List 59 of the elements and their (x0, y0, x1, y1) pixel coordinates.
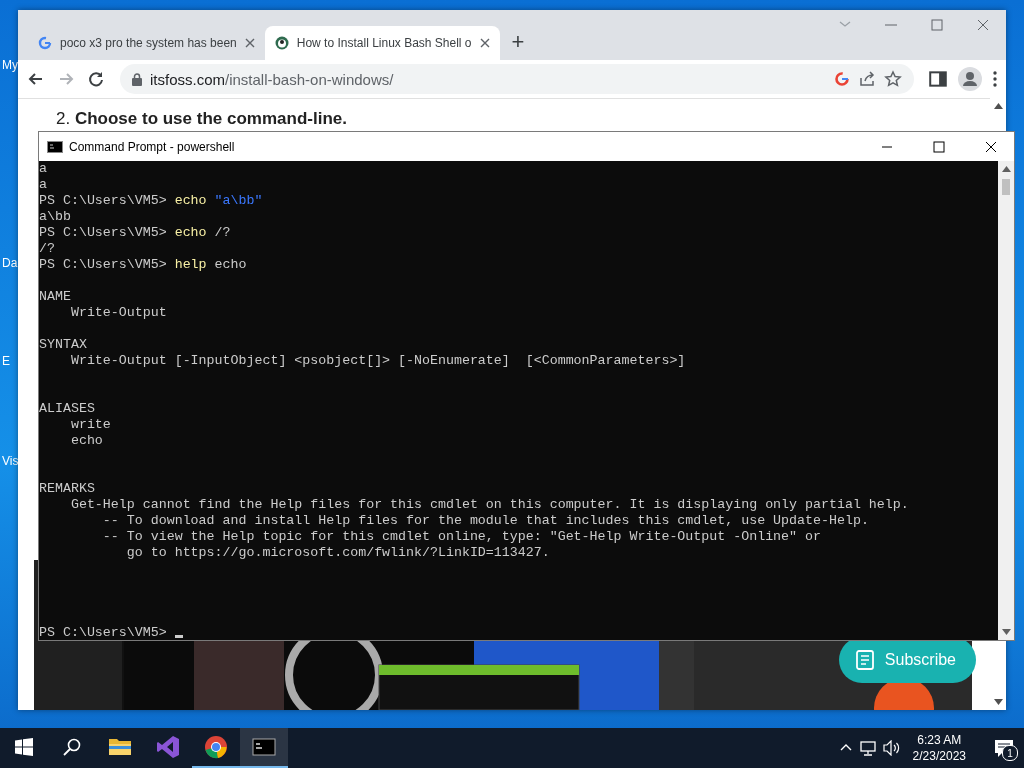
scroll-down-icon[interactable] (1001, 629, 1011, 635)
windows-start-icon[interactable] (15, 738, 33, 756)
desktop-icon-label[interactable]: Da (2, 256, 18, 270)
google-icon (38, 36, 52, 50)
volume-icon[interactable] (882, 740, 901, 756)
terminal-line: a\bb (39, 209, 72, 225)
terminal-line: a (39, 161, 48, 177)
terminal-line: go to https://go.microsoft.com/fwlink/?LinkID=113427. (125, 545, 551, 561)
terminal-line: PS C:\Users\VM5> echo "a\bb" (39, 193, 264, 209)
terminal-line: echo (69, 433, 104, 449)
terminal-line: ALIASES (39, 401, 96, 417)
terminal-line: SYNTAX (39, 337, 88, 353)
clock-time[interactable]: 6:23 AM (917, 732, 962, 748)
terminal-line: Get-Help cannot find the Help files for this cmdlet on this computer. It is displaying only partial help. (69, 497, 910, 513)
notification-count: 1 (1002, 745, 1018, 761)
terminal-line: Write-Output (69, 305, 168, 321)
address-bar[interactable]: itsfoss.com/install-bash-on-windows/ (120, 64, 914, 94)
studio-icon (156, 735, 180, 759)
newspaper-icon (854, 649, 877, 671)
taskbar-button[interactable] (240, 728, 288, 768)
terminal-line: -- To view the Help topic for this cmdlet online, type: "Get-Help Write-Output -Online" or (101, 529, 822, 545)
browser-tab[interactable]: poco x3 pro the system has been (28, 26, 265, 60)
terminal-line: PS C:\Users\VM5> echo /? (39, 225, 232, 241)
maximize-icon[interactable] (933, 140, 945, 153)
window-title: Command Prompt - powershell (69, 139, 236, 154)
desktop-icon-label[interactable]: My (2, 58, 18, 72)
terminal-line: PS C:\Users\VM5> help echo (39, 257, 248, 273)
terminal-line: write (69, 417, 112, 433)
scroll-up-icon[interactable] (1001, 166, 1011, 172)
terminal-line: /? (39, 241, 56, 257)
share-icon[interactable] (858, 70, 876, 88)
close-icon[interactable] (479, 38, 490, 48)
terminal-line: NAME (39, 289, 72, 305)
terminal-line: REMARKS (39, 481, 96, 497)
terminal-icon (47, 140, 63, 153)
desktop-icon-label[interactable]: E (2, 354, 10, 368)
scrollbar[interactable] (998, 161, 1014, 640)
google-icon[interactable] (834, 71, 850, 87)
chrome-icon (204, 735, 228, 759)
terminal-line: Write-Output [-InputObject] <psobject[]> [-NoEnumerate] [<CommonParameters>] (69, 353, 687, 369)
close-icon[interactable] (985, 140, 997, 153)
search-icon[interactable] (63, 738, 81, 756)
network-icon[interactable] (858, 740, 877, 756)
terminal-line: -- To download and install Help files for the module that includes this cmdlet, use Update-Help. (101, 513, 870, 529)
new-tab-button[interactable]: + (507, 29, 529, 55)
step-heading: 2. Choose to use the command-line. (56, 109, 348, 129)
lock-icon (132, 72, 142, 86)
clock-date[interactable]: 2/23/2023 (912, 748, 966, 764)
star-icon[interactable] (884, 70, 902, 88)
side-panel-icon[interactable] (928, 69, 948, 89)
profile-icon[interactable] (958, 67, 982, 91)
browser-tab[interactable]: How to Install Linux Bash Shell o (264, 26, 500, 60)
menu-icon[interactable] (992, 70, 998, 88)
reload-icon[interactable] (86, 69, 106, 89)
scroll-down-icon[interactable] (993, 699, 1003, 705)
scroll-thumb[interactable] (1002, 179, 1010, 195)
terminal-line: a (39, 177, 48, 193)
scroll-up-icon[interactable] (993, 103, 1003, 109)
terminal-icon (252, 735, 276, 759)
